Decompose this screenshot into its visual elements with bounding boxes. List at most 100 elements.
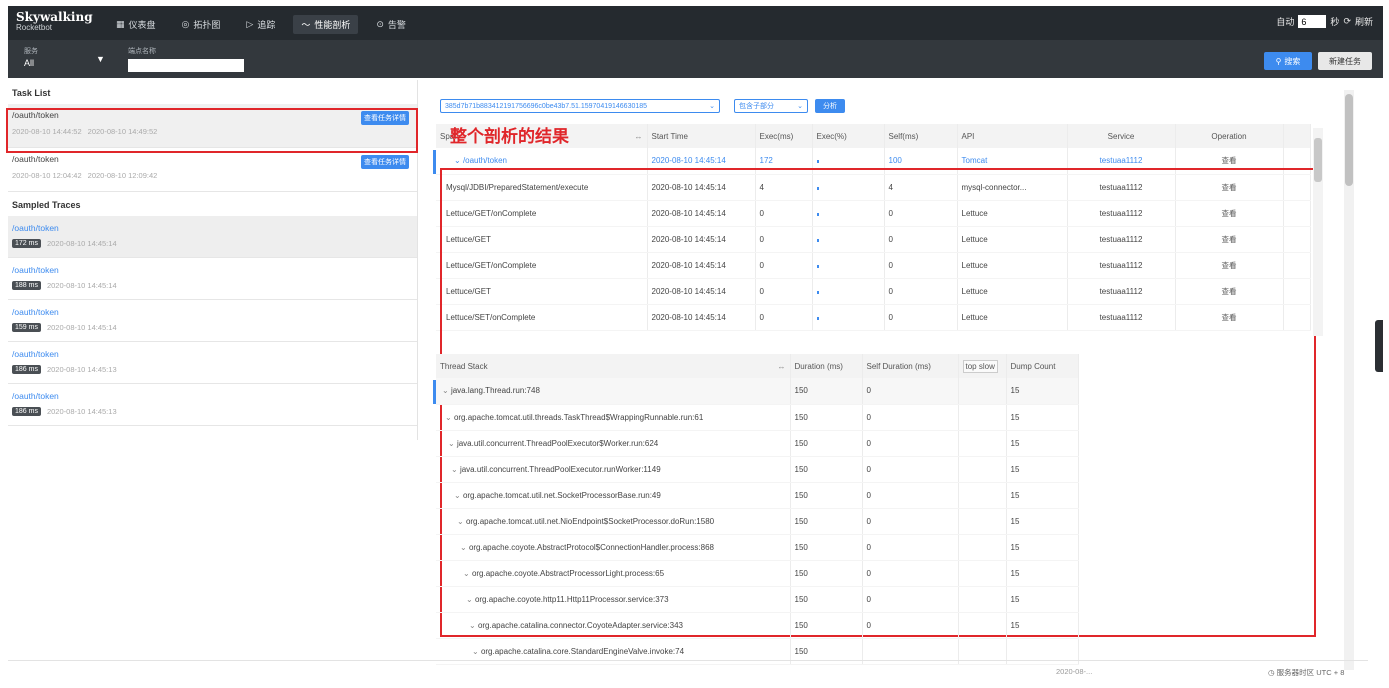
refresh-label[interactable]: 刷新 (1355, 15, 1373, 28)
task-start: 2020-08-10 12:04:42 (12, 171, 82, 180)
refresh-icon[interactable]: ⟳ (1343, 16, 1351, 27)
stack-self-duration: 0 (862, 430, 959, 457)
stack-row[interactable]: ⌄ org.apache.tomcat.util.threads.TaskThr… (436, 404, 1079, 431)
scrollbar-thumb[interactable] (1314, 138, 1322, 182)
logo[interactable]: Skywalking Rocketbot (16, 11, 93, 33)
service-selector[interactable]: 服务 All (24, 46, 38, 68)
stack-frame: ⌄ org.apache.catalina.connector.CoyoteAd… (436, 612, 791, 639)
view-task-details-button[interactable]: 查看任务详情 (361, 155, 409, 169)
nav-dashboard[interactable]: ▦ 仪表盘 (108, 15, 164, 34)
chevron-down-icon[interactable]: ⌄ (454, 491, 463, 500)
search-button[interactable]: ⚲ 搜索 (1264, 52, 1312, 70)
stack-row[interactable]: ⌄ java.util.concurrent.ThreadPoolExecuto… (436, 456, 1079, 483)
footer-time: 2020-08-... (1056, 667, 1093, 676)
stack-frame: ⌄ org.apache.coyote.http11.Http11Process… (436, 586, 791, 613)
trace-item[interactable]: /oauth/token 159 ms 2020-08-10 14:45:14 (8, 300, 417, 342)
side-drawer-tab[interactable] (1375, 320, 1383, 372)
trace-item[interactable]: /oauth/token 172 ms 2020-08-10 14:45:14 (8, 216, 417, 258)
chevron-down-icon[interactable]: ⌄ (466, 595, 475, 604)
spacer-cell (958, 456, 1007, 483)
trace-name[interactable]: /oauth/token (12, 391, 413, 401)
stack-frame: ⌄ java.util.concurrent.ThreadPoolExecuto… (436, 456, 791, 483)
trace-time: 2020-08-10 14:45:13 (46, 407, 117, 416)
nav-topology[interactable]: ◎ 拓扑图 (174, 15, 229, 34)
chevron-down-icon[interactable]: ⌄ (445, 413, 454, 422)
spacer-cell (958, 430, 1007, 457)
trace-item[interactable]: /oauth/token 188 ms 2020-08-10 14:45:14 (8, 258, 417, 300)
chevron-down-icon[interactable]: ⌄ (463, 569, 472, 578)
segment-select[interactable]: 385d7b71b883412191756696c0be43b7.51.1597… (440, 99, 720, 113)
trace-time: 2020-08-10 14:45:14 (46, 323, 117, 332)
resize-icon[interactable]: ↔ (778, 362, 786, 371)
stack-dump-count: 15 (1006, 404, 1079, 431)
nav-trace[interactable]: ▷ 追踪 (238, 15, 283, 34)
alarm-icon: ⊙ (376, 19, 384, 29)
auto-label[interactable]: 自动 (1276, 15, 1294, 28)
nav-alarm-label: 告警 (387, 20, 406, 30)
spacer-cell (958, 508, 1007, 535)
stack-dump-count: 15 (1006, 586, 1079, 613)
trace-item[interactable]: /oauth/token 186 ms 2020-08-10 14:45:13 (8, 384, 417, 426)
endpoint-input[interactable] (128, 59, 244, 72)
chevron-down-icon[interactable]: ⌄ (454, 156, 463, 165)
top-slow-button[interactable]: top slow (958, 354, 1007, 378)
chevron-down-icon[interactable]: ⌄ (469, 621, 478, 630)
nav-profile-label: 性能剖析 (314, 20, 351, 30)
chevron-down-icon[interactable]: ⌄ (448, 439, 457, 448)
stack-dump-count: 15 (1006, 560, 1079, 587)
col-spacer (1283, 124, 1311, 148)
chevron-down-icon: ⌄ (797, 103, 803, 110)
col-self-duration: Self Duration (ms) (862, 354, 959, 378)
trace-name[interactable]: /oauth/token (12, 223, 413, 233)
stack-row[interactable]: ⌄ org.apache.coyote.http11.Http11Process… (436, 586, 1079, 613)
stack-row[interactable]: ⌄ java.lang.Thread.run:748 150 0 15 (436, 378, 1079, 405)
task-item[interactable]: /oauth/token 2020-08-10 12:04:42 2020-08-… (8, 148, 417, 192)
duration-badge: 186 ms (12, 365, 41, 374)
mode-select[interactable]: 包含子部分 ⌄ (734, 99, 808, 113)
nav-alarm[interactable]: ⊙ 告警 (368, 15, 414, 34)
timezone-label: 服务器时区 (1276, 668, 1315, 677)
trace-name[interactable]: /oauth/token (12, 307, 413, 317)
chevron-down-icon[interactable]: ⌄ (472, 647, 481, 656)
trace-name[interactable]: /oauth/token (12, 349, 413, 359)
annotation-text: 整个剖析的结果 (450, 127, 569, 147)
stack-frame: ⌄ org.apache.tomcat.util.threads.TaskThr… (436, 404, 791, 431)
analyze-button[interactable]: 分析 (815, 99, 845, 113)
col-thread-stack: Thread Stack ↔ (436, 354, 791, 378)
stack-duration: 150 (790, 456, 863, 483)
stack-duration: 150 (790, 404, 863, 431)
stack-row[interactable]: ⌄ org.apache.catalina.connector.CoyoteAd… (436, 612, 1079, 639)
resize-icon[interactable]: ↔ (635, 132, 643, 141)
chevron-down-icon[interactable]: ▼ (96, 54, 105, 64)
col-start-time: Start Time (647, 124, 756, 148)
trace-item[interactable]: /oauth/token 186 ms 2020-08-10 14:45:13 (8, 342, 417, 384)
stack-duration: 150 (790, 586, 863, 613)
nav-profile[interactable]: 〜性能剖析 (293, 15, 359, 34)
stack-row[interactable]: ⌄ org.apache.tomcat.util.net.NioEndpoint… (436, 508, 1079, 535)
stack-self-duration: 0 (862, 508, 959, 535)
chevron-down-icon[interactable]: ⌄ (451, 465, 460, 474)
refresh-interval-input[interactable] (1298, 15, 1327, 28)
mode-value: 包含子部分 (739, 103, 774, 110)
chevron-down-icon[interactable]: ⌄ (442, 386, 451, 395)
main-nav: ▦ 仪表盘 ◎ 拓扑图 ▷ 追踪 〜性能剖析 ⊙ 告警 (108, 15, 414, 34)
task-name: /oauth/token (12, 154, 59, 164)
scrollbar-thumb[interactable] (1345, 94, 1353, 186)
stack-duration: 150 (790, 612, 863, 639)
page-scrollbar[interactable] (1344, 90, 1354, 670)
trace-name[interactable]: /oauth/token (12, 265, 413, 275)
chevron-down-icon[interactable]: ⌄ (460, 543, 469, 552)
stack-frame: ⌄ org.apache.tomcat.util.net.SocketProce… (436, 482, 791, 509)
col-dump-count: Dump Count (1006, 354, 1079, 378)
search-button-label: 搜索 (1284, 56, 1301, 66)
stack-self-duration: 0 (862, 378, 959, 405)
span-table-scrollbar[interactable] (1313, 128, 1323, 336)
stack-row[interactable]: ⌄ java.util.concurrent.ThreadPoolExecuto… (436, 430, 1079, 457)
stack-row[interactable]: ⌄ org.apache.coyote.AbstractProcessorLig… (436, 560, 1079, 587)
stack-row[interactable]: ⌄ org.apache.coyote.AbstractProtocol$Con… (436, 534, 1079, 561)
stack-frame: ⌄ java.util.concurrent.ThreadPoolExecuto… (436, 430, 791, 457)
new-task-button[interactable]: 新建任务 (1318, 52, 1372, 70)
chevron-down-icon[interactable]: ⌄ (457, 517, 466, 526)
duration-badge: 159 ms (12, 323, 41, 332)
stack-row[interactable]: ⌄ org.apache.tomcat.util.net.SocketProce… (436, 482, 1079, 509)
